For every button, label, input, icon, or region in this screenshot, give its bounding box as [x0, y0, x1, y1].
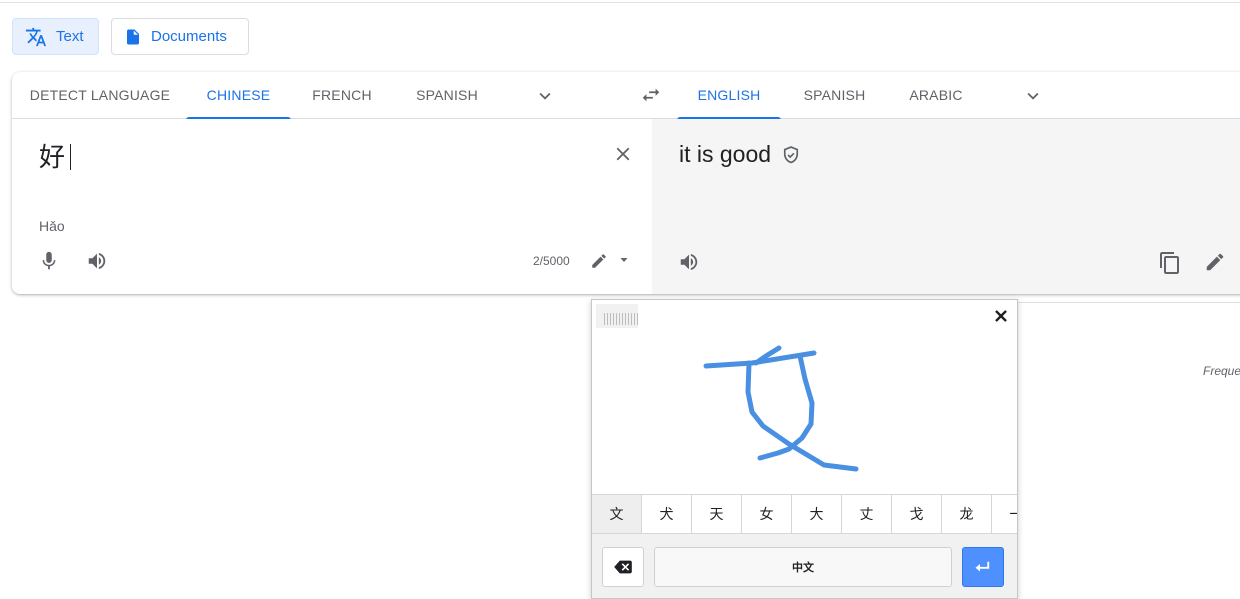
candidate-item[interactable]: 戈: [892, 495, 942, 533]
source-panel[interactable]: 好 Hǎo 2/5000: [12, 119, 652, 294]
grip-lines: [604, 313, 638, 325]
chevron-down-icon[interactable]: [1022, 85, 1044, 107]
character-count: 2/5000: [533, 254, 570, 268]
backspace-icon: [614, 560, 632, 574]
language-bar: DETECT LANGUAGE CHINESE FRENCH SPANISH E…: [12, 72, 1240, 120]
text-mode-button[interactable]: Text: [12, 18, 99, 55]
chevron-down-icon[interactable]: [534, 85, 556, 107]
candidate-item[interactable]: 女: [742, 495, 792, 533]
section-divider: [1005, 302, 1240, 303]
text-caret: [70, 144, 72, 170]
translate-icon: [25, 27, 47, 46]
source-textarea[interactable]: 好: [39, 137, 72, 174]
translation-text: it is good: [679, 141, 772, 167]
frequency-label: Freque: [1203, 364, 1240, 378]
document-icon: [127, 29, 139, 44]
handwriting-panel[interactable]: 文 犬 天 女 大 丈 戈 龙 一 中文: [591, 299, 1018, 599]
close-icon[interactable]: [992, 307, 1010, 325]
handwriting-canvas[interactable]: [592, 330, 1018, 494]
candidate-item[interactable]: 犬: [642, 495, 692, 533]
enter-icon: [975, 561, 990, 572]
candidate-item[interactable]: 大: [792, 495, 842, 533]
translate-card: DETECT LANGUAGE CHINESE FRENCH SPANISH E…: [12, 72, 1240, 294]
documents-mode-label: Documents: [151, 28, 227, 45]
drag-handle[interactable]: [596, 304, 638, 328]
top-divider: [0, 2, 1240, 3]
pencil-icon[interactable]: [590, 252, 608, 270]
mic-icon[interactable]: [38, 250, 60, 272]
tab-target-arabic[interactable]: ARABIC: [897, 72, 975, 119]
tab-target-spanish[interactable]: SPANISH: [792, 72, 877, 119]
caret-down-icon[interactable]: [618, 254, 630, 266]
candidate-item[interactable]: 丈: [842, 495, 892, 533]
verified-shield-icon[interactable]: [781, 145, 801, 165]
candidate-item[interactable]: 文: [592, 495, 642, 533]
candidate-item[interactable]: 天: [692, 495, 742, 533]
transliteration: Hǎo: [39, 218, 65, 234]
close-icon[interactable]: [612, 143, 634, 165]
source-text: 好: [39, 143, 66, 173]
enter-key[interactable]: [962, 547, 1004, 587]
handwriting-keys: 中文: [592, 534, 1017, 598]
tab-source-spanish[interactable]: SPANISH: [402, 72, 492, 119]
space-key[interactable]: 中文: [654, 547, 952, 587]
translation-output: it is good: [679, 141, 801, 168]
candidate-item[interactable]: 龙: [942, 495, 992, 533]
ink-strokes: [703, 345, 859, 472]
text-mode-label: Text: [56, 28, 84, 45]
tab-detect-language[interactable]: DETECT LANGUAGE: [24, 72, 176, 119]
candidate-item[interactable]: 一: [992, 495, 1018, 533]
candidate-bar: 文 犬 天 女 大 丈 戈 龙 一: [592, 494, 1018, 534]
edit-icon[interactable]: [1204, 251, 1226, 273]
speaker-icon[interactable]: [86, 250, 108, 272]
tab-target-english[interactable]: ENGLISH: [677, 72, 781, 120]
speaker-icon[interactable]: [678, 251, 700, 273]
tab-source-chinese[interactable]: CHINESE: [186, 72, 291, 120]
documents-mode-button[interactable]: Documents: [111, 18, 249, 55]
tab-source-french[interactable]: FRENCH: [302, 72, 382, 119]
copy-icon[interactable]: [1158, 251, 1182, 275]
target-panel: it is good: [652, 119, 1240, 294]
backspace-key[interactable]: [602, 547, 644, 587]
swap-icon[interactable]: [640, 84, 662, 106]
